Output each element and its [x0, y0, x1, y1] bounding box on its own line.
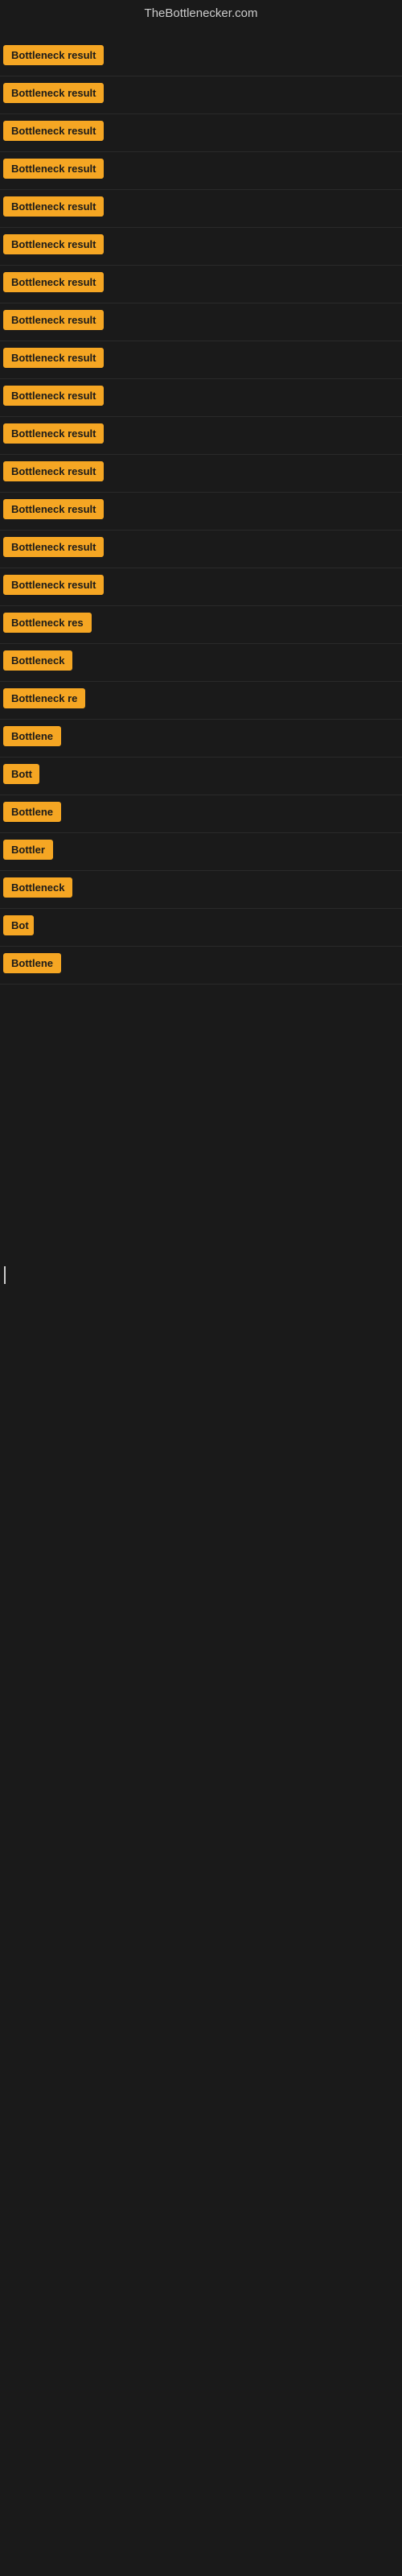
bottleneck-badge[interactable]: Bott	[3, 764, 39, 784]
bottleneck-badge[interactable]: Bottleneck result	[3, 575, 104, 595]
list-item: Bottleneck result	[0, 379, 402, 417]
bottleneck-badge[interactable]: Bottleneck result	[3, 196, 104, 217]
empty-space-2	[0, 1284, 402, 1767]
bottleneck-badge[interactable]: Bottleneck result	[3, 83, 104, 103]
list-item: Bottleneck res	[0, 606, 402, 644]
list-item: Bottleneck result	[0, 455, 402, 493]
list-item: Bottleneck	[0, 871, 402, 909]
list-item: Bottleneck result	[0, 114, 402, 152]
bottleneck-list: Bottleneck result Bottleneck result Bott…	[0, 31, 402, 1767]
list-item: Bottlene	[0, 947, 402, 985]
list-item: Bottler	[0, 833, 402, 871]
list-item: Bottleneck result	[0, 493, 402, 530]
list-item: Bottleneck result	[0, 341, 402, 379]
list-item: Bot	[0, 909, 402, 947]
bottleneck-badge[interactable]: Bottleneck result	[3, 272, 104, 292]
site-title: TheBottlenecker.com	[145, 6, 258, 20]
bottleneck-badge[interactable]: Bottleneck result	[3, 45, 104, 65]
bottleneck-badge[interactable]: Bottleneck result	[3, 499, 104, 519]
list-item: Bottleneck result	[0, 568, 402, 606]
bottleneck-badge[interactable]: Bottleneck result	[3, 537, 104, 557]
list-item: Bottleneck result	[0, 190, 402, 228]
bottleneck-badge[interactable]: Bottler	[3, 840, 53, 860]
bottleneck-badge[interactable]: Bot	[3, 915, 34, 935]
list-item: Bottleneck	[0, 644, 402, 682]
page-wrapper: TheBottlenecker.com Bottleneck result Bo…	[0, 0, 402, 2576]
bottleneck-badge[interactable]: Bottlene	[3, 953, 61, 973]
list-item: Bottleneck result	[0, 303, 402, 341]
bottleneck-badge[interactable]: Bottleneck result	[3, 234, 104, 254]
list-item: Bottleneck result	[0, 417, 402, 455]
text-cursor	[4, 1266, 6, 1284]
list-item: Bott	[0, 758, 402, 795]
list-item: Bottleneck result	[0, 39, 402, 76]
list-item: Bottleneck result	[0, 76, 402, 114]
bottleneck-badge[interactable]: Bottleneck result	[3, 121, 104, 141]
list-item: Bottleneck re	[0, 682, 402, 720]
bottleneck-badge[interactable]: Bottleneck result	[3, 386, 104, 406]
bottleneck-badge[interactable]: Bottlene	[3, 802, 61, 822]
bottleneck-badge[interactable]: Bottleneck result	[3, 348, 104, 368]
list-item: Bottlene	[0, 720, 402, 758]
site-header: TheBottlenecker.com	[0, 0, 402, 31]
bottleneck-badge[interactable]: Bottleneck	[3, 877, 72, 898]
list-item: Bottleneck result	[0, 152, 402, 190]
list-item: Bottleneck result	[0, 530, 402, 568]
list-item: Bottleneck result	[0, 228, 402, 266]
bottleneck-badge[interactable]: Bottleneck re	[3, 688, 85, 708]
bottleneck-badge[interactable]: Bottleneck result	[3, 461, 104, 481]
bottleneck-badge[interactable]: Bottleneck result	[3, 310, 104, 330]
list-item: Bottlene	[0, 795, 402, 833]
list-item: Bottleneck result	[0, 266, 402, 303]
bottleneck-badge[interactable]: Bottleneck result	[3, 423, 104, 444]
bottleneck-badge[interactable]: Bottleneck	[3, 650, 72, 671]
bottleneck-badge[interactable]: Bottleneck result	[3, 159, 104, 179]
empty-space-1	[0, 985, 402, 1266]
bottleneck-badge[interactable]: Bottlene	[3, 726, 61, 746]
bottleneck-badge[interactable]: Bottleneck res	[3, 613, 92, 633]
